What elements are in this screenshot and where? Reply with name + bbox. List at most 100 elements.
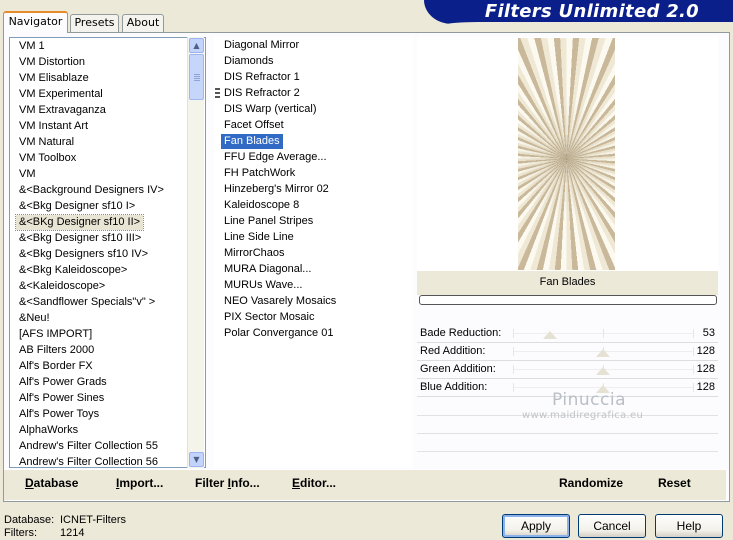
database-button[interactable]: Database xyxy=(25,476,78,490)
list-item[interactable]: Alf's Border FX xyxy=(16,359,96,374)
title-banner: Filters Unlimited 2.0 xyxy=(424,0,733,24)
tab-navigator[interactable]: Navigator xyxy=(3,11,68,33)
watermark-site: www.maidiregrafica.eu xyxy=(522,410,644,421)
list-item[interactable]: &<Bkg Designer sf10 III> xyxy=(16,231,144,246)
progress-bar xyxy=(419,295,717,305)
parameter-row[interactable]: Red Addition: 128 xyxy=(417,343,718,361)
filter-info-button[interactable]: Filter Info... xyxy=(195,476,260,490)
list-item[interactable]: VM Distortion xyxy=(16,55,88,70)
list-item[interactable]: AB Filters 2000 xyxy=(16,343,97,358)
list-item[interactable]: &<Bkg Designers sf10 IV> xyxy=(16,247,151,262)
cancel-button[interactable]: Cancel xyxy=(578,514,646,538)
banner-swoosh xyxy=(424,22,733,24)
list-item[interactable]: VM Experimental xyxy=(16,87,106,102)
scroll-thumb[interactable] xyxy=(189,54,204,100)
list-item[interactable]: Polar Convergance 01 xyxy=(221,326,336,341)
list-item[interactable]: Alf's Power Toys xyxy=(16,407,102,422)
parameter-value: 128 xyxy=(696,381,715,393)
list-item[interactable]: Fan Blades xyxy=(221,134,283,149)
preview-caption: Fan Blades xyxy=(539,276,596,288)
parameter-label: Green Addition: xyxy=(420,363,496,375)
list-item[interactable]: Line Side Line xyxy=(221,230,297,245)
list-item[interactable]: &Neu! xyxy=(16,311,53,326)
list-item[interactable]: Line Panel Stripes xyxy=(221,214,316,229)
database-accel: D xyxy=(25,476,34,490)
list-item[interactable]: Diamonds xyxy=(221,54,277,69)
list-item[interactable]: VM Elisablaze xyxy=(16,71,92,86)
list-item[interactable]: DIS Refractor 2 xyxy=(221,86,303,101)
category-scrollbar[interactable]: ▲ ▼ xyxy=(187,37,204,468)
editor-button[interactable]: Editor... xyxy=(292,476,336,490)
list-item[interactable]: &<Bkg Kaleidoscope> xyxy=(16,263,130,278)
list-item[interactable]: Diagonal Mirror xyxy=(221,38,302,53)
list-item[interactable]: NEO Vasarely Mosaics xyxy=(221,294,339,309)
list-item[interactable]: &<Kaleidoscope> xyxy=(16,279,108,294)
list-item[interactable]: Alf's Power Sines xyxy=(16,391,107,406)
list-item[interactable]: VM 1 xyxy=(16,39,48,54)
parameter-value: 53 xyxy=(702,327,715,339)
parameter-slider-thumb[interactable] xyxy=(543,331,558,339)
slider-tick xyxy=(513,383,514,392)
import-label: mport... xyxy=(119,476,164,490)
list-item[interactable]: MURUs Wave... xyxy=(221,278,305,293)
watermark-name: Pinuccia xyxy=(552,390,626,410)
list-item[interactable]: Kaleidoscope 8 xyxy=(221,198,302,213)
slider-tick xyxy=(513,347,514,356)
database-status-value: ICNET-Filters xyxy=(60,514,126,526)
filters-count-label: Filters: xyxy=(4,527,37,539)
list-item[interactable]: Andrew's Filter Collection 56 xyxy=(16,455,161,467)
list-item[interactable]: &<Background Designers IV> xyxy=(16,183,167,198)
database-status-label: Database: xyxy=(4,514,55,526)
list-item[interactable]: &<BKg Designer sf10 II> xyxy=(14,214,145,231)
filter-info-label: nfo... xyxy=(231,476,260,490)
list-item[interactable]: Facet Offset xyxy=(221,118,287,133)
splitter-grip-icon[interactable] xyxy=(215,88,220,98)
parameter-slider-thumb[interactable] xyxy=(596,349,611,357)
help-button[interactable]: Help xyxy=(655,514,723,538)
list-item[interactable]: PIX Sector Mosaic xyxy=(221,310,317,325)
parameter-value: 128 xyxy=(696,345,715,357)
randomize-button[interactable]: Randomize xyxy=(559,476,623,490)
list-item[interactable]: [AFS IMPORT] xyxy=(16,327,95,342)
tab-about[interactable]: About xyxy=(122,14,164,32)
filters-count-value: 1214 xyxy=(60,527,85,539)
preview-image xyxy=(518,38,615,270)
list-item[interactable]: FFU Edge Average... xyxy=(221,150,330,165)
category-list[interactable]: VM 1 VM Distortion VM Elisablaze VM Experim… xyxy=(9,37,206,468)
list-item[interactable]: VM Natural xyxy=(16,135,77,150)
parameter-label: Red Addition: xyxy=(420,345,486,357)
parameter-row[interactable]: Green Addition: 128 xyxy=(417,361,718,379)
list-item[interactable]: Andrew's Filter Collection 55 xyxy=(16,439,161,454)
list-item[interactable]: VM xyxy=(16,167,39,182)
scroll-down-button[interactable]: ▼ xyxy=(189,452,204,467)
list-item[interactable]: VM Toolbox xyxy=(16,151,79,166)
list-item[interactable]: MURA Diagonal... xyxy=(221,262,314,277)
parameter-row[interactable]: Bade Reduction: 53 xyxy=(417,325,718,343)
list-item[interactable]: DIS Warp (vertical) xyxy=(221,102,320,117)
list-item[interactable]: &<Sandflower Specials"v" > xyxy=(16,295,158,310)
slider-tick xyxy=(693,383,694,392)
apply-button[interactable]: Apply xyxy=(502,514,570,538)
import-button[interactable]: Import... xyxy=(116,476,163,490)
editor-label: ditor... xyxy=(300,476,337,490)
list-item[interactable]: &<Bkg Designer sf10 I> xyxy=(16,199,138,214)
parameter-label: Blue Addition: xyxy=(420,381,488,393)
tab-presets[interactable]: Presets xyxy=(70,14,119,32)
list-item[interactable]: Alf's Power Grads xyxy=(16,375,110,390)
filter-list[interactable]: Diagonal Mirror Diamonds DIS Refractor 1 DI… xyxy=(214,37,413,468)
list-item[interactable]: FH PatchWork xyxy=(221,166,298,181)
parameter-slider-thumb[interactable] xyxy=(596,367,611,375)
editor-accel: E xyxy=(292,476,301,490)
empty-param-row xyxy=(417,452,718,470)
scroll-up-button[interactable]: ▲ xyxy=(189,38,204,53)
empty-param-row xyxy=(417,434,718,452)
list-item[interactable]: MirrorChaos xyxy=(221,246,288,261)
reset-button[interactable]: Reset xyxy=(658,476,691,490)
slider-tick xyxy=(603,329,604,338)
list-item[interactable]: VM Extravaganza xyxy=(16,103,109,118)
list-item[interactable]: Hinzeberg's Mirror 02 xyxy=(221,182,332,197)
list-item[interactable]: VM Instant Art xyxy=(16,119,91,134)
parameter-value: 128 xyxy=(696,363,715,375)
list-item[interactable]: DIS Refractor 1 xyxy=(221,70,303,85)
list-item[interactable]: AlphaWorks xyxy=(16,423,81,438)
